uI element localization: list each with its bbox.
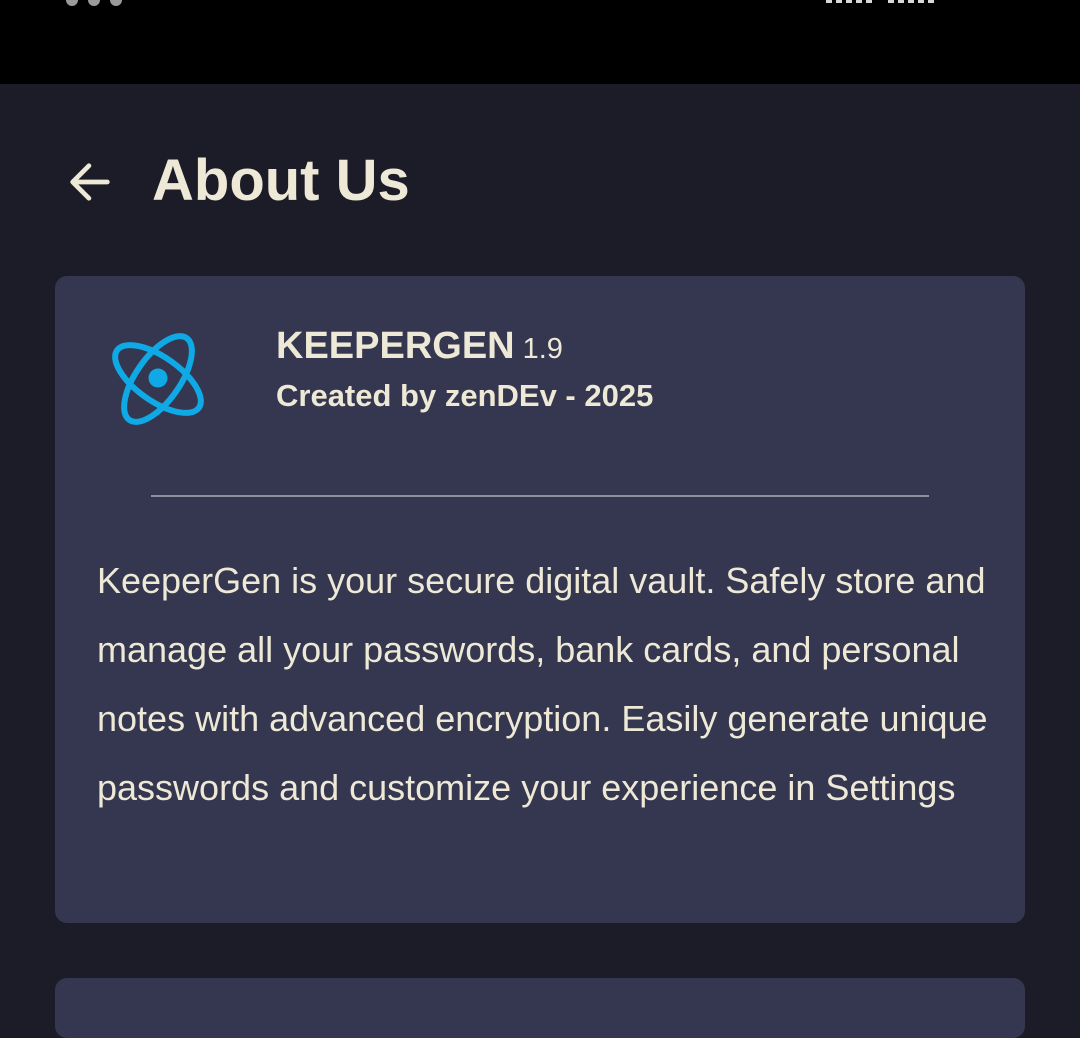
app-bar: About Us xyxy=(0,84,1080,276)
atom-logo-icon xyxy=(112,333,204,425)
divider xyxy=(151,495,929,497)
signal-strength-icon xyxy=(826,0,872,3)
app-version: 1.9 xyxy=(522,333,563,365)
page-title: About Us xyxy=(152,148,410,213)
about-card: KEEPERGEN 1.9 Created by zenDEv - 2025 Ke… xyxy=(55,276,1025,923)
app-name: KEEPERGEN xyxy=(276,325,515,367)
arrow-left-icon xyxy=(70,163,110,201)
notification-dots-icon xyxy=(66,0,122,6)
back-button[interactable] xyxy=(60,152,120,212)
next-card xyxy=(55,978,1025,1038)
created-by-text: Created by zenDEv - 2025 xyxy=(276,378,654,413)
status-bar xyxy=(0,0,1080,84)
app-description: KeeperGen is your secure digital vault. … xyxy=(97,560,988,808)
app-title-row: KEEPERGEN 1.9 xyxy=(276,324,563,376)
signal-strength-icon xyxy=(888,0,934,3)
